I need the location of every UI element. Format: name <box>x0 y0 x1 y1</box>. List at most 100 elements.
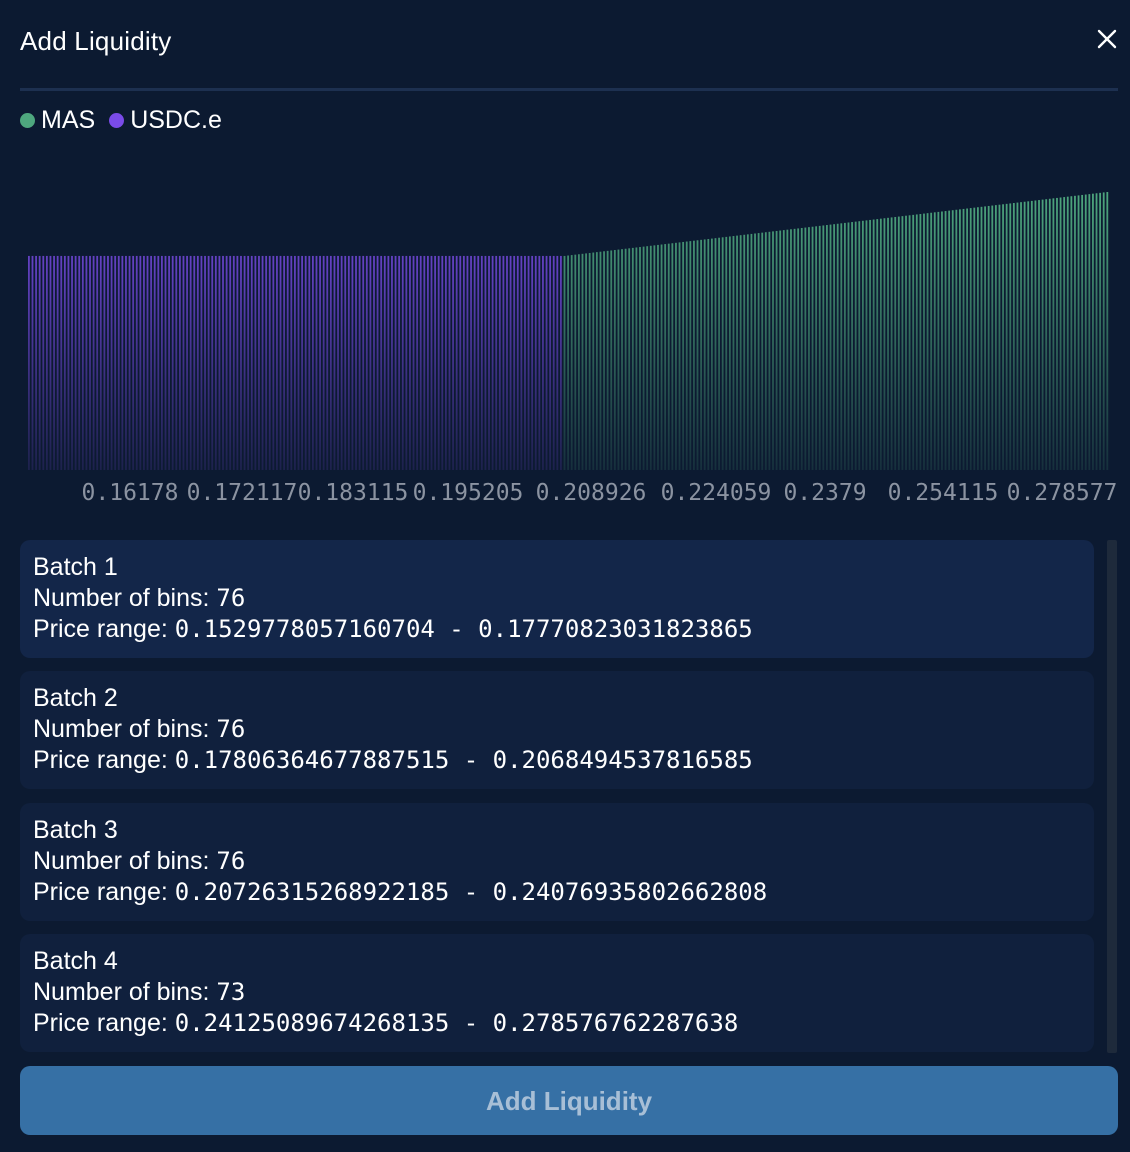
usdc-bin-bar <box>549 255 552 470</box>
mas-bin-bar <box>1088 194 1091 470</box>
mas-bin-bar <box>980 206 983 470</box>
batch-card[interactable]: Batch 4 Number of bins: 73 Price range: 0.… <box>20 934 1094 1052</box>
usdc-bin-bar <box>452 255 454 470</box>
mas-bin-bar <box>1041 199 1044 470</box>
batch-range-label: Price range: <box>33 615 175 643</box>
usdc-bin-bar <box>103 255 106 470</box>
usdc-bin-bar <box>268 255 271 470</box>
usdc-bin-bar <box>74 255 77 470</box>
usdc-bin-bar <box>308 255 311 470</box>
close-button[interactable] <box>1096 28 1118 50</box>
batch-card[interactable]: Batch 1 Number of bins: 76 Price range: 0.… <box>20 540 1094 658</box>
mas-bin-bar <box>959 209 961 471</box>
modal-title: Add Liquidity <box>20 26 172 56</box>
header-divider <box>20 88 1118 91</box>
mas-bin-bar <box>1023 201 1026 471</box>
usdc-bin-bar <box>376 255 379 470</box>
usdc-bin-bar <box>355 255 357 470</box>
batch-bins-value: 76 <box>216 715 246 743</box>
usdc-bin-bar <box>157 255 160 470</box>
x-tick-label: 0.195205 <box>412 480 524 506</box>
mas-bin-bar <box>621 249 623 470</box>
usdc-bin-bar <box>311 255 314 470</box>
usdc-bin-bar <box>373 255 375 470</box>
usdc-bin-bar <box>211 255 214 470</box>
usdc-bin-bar <box>401 255 404 470</box>
mas-bin-bar <box>847 222 850 470</box>
batch-list: Batch 1 Number of bins: 76 Price range: 0.… <box>20 540 1094 1052</box>
usdc-bin-bar <box>531 255 534 470</box>
usdc-bin-bar <box>538 255 541 470</box>
mas-bin-bar <box>1059 197 1062 470</box>
mas-bin-bar <box>930 212 933 470</box>
usdc-bin-bar <box>178 255 181 470</box>
mas-bin-bar <box>901 216 904 470</box>
mas-bin-bar <box>1092 193 1094 470</box>
usdc-bin-bar <box>412 255 415 470</box>
usdc-bin-bar <box>434 255 436 470</box>
usdc-bin-bar <box>254 255 257 470</box>
mas-bin-bar <box>743 234 746 470</box>
usdc-bin-bar <box>380 255 383 470</box>
mas-bin-bar <box>721 237 724 470</box>
usdc-bin-bar <box>502 255 505 470</box>
mas-bin-bar <box>703 239 706 470</box>
mas-bin-bar <box>1102 192 1105 471</box>
usdc-bin-bar <box>304 255 307 470</box>
mas-bin-bar <box>1081 194 1084 470</box>
usdc-bin-bar <box>200 255 203 470</box>
batch-bins-row: Number of bins: 76 <box>33 846 1081 877</box>
mas-bin-bar <box>667 243 670 470</box>
batch-bins-label: Number of bins: <box>33 978 217 1006</box>
usdc-bin-bar <box>286 255 289 470</box>
usdc-bin-bar <box>297 255 300 470</box>
mas-bin-bar <box>624 248 627 470</box>
mas-bin-bar <box>800 227 803 470</box>
mas-bin-bar <box>585 253 587 470</box>
mas-bin-bar <box>606 250 609 470</box>
mas-bin-bar <box>808 227 810 470</box>
mas-bin-bar <box>1016 202 1019 470</box>
usdc-bin-bar <box>516 255 519 470</box>
usdc-bin-bar <box>117 255 120 470</box>
mas-bin-bar <box>1074 195 1076 470</box>
mas-bin-bar <box>854 221 857 470</box>
mas-bin-bar <box>567 255 569 470</box>
mas-bin-bar <box>570 255 573 470</box>
usdc-bin-bar <box>462 255 465 470</box>
usdc-bin-bar <box>391 255 393 470</box>
usdc-bin-bar <box>340 255 343 470</box>
usdc-bin-bar <box>459 255 462 470</box>
batch-card[interactable]: Batch 2 Number of bins: 76 Price range: 0.… <box>20 671 1094 789</box>
usdc-bin-bar <box>351 255 354 470</box>
usdc-bin-bar <box>81 255 84 470</box>
mas-bin-bar <box>894 216 897 470</box>
usdc-bin-bar <box>225 255 228 470</box>
usdc-bin-bar <box>175 255 178 470</box>
usdc-bin-bar <box>419 255 422 470</box>
usdc-bin-bar <box>182 255 185 470</box>
modal-header: Add Liquidity <box>20 22 1118 62</box>
batch-bins-row: Number of bins: 73 <box>33 977 1081 1008</box>
mas-bin-bar <box>678 242 681 470</box>
batch-range-value: 0.20726315268922185 - 0.2407693580266280… <box>174 878 768 906</box>
usdc-bin-bar <box>265 255 268 470</box>
usdc-bin-bar <box>484 255 487 470</box>
usdc-bin-bar <box>204 255 206 470</box>
mas-bin-bar <box>923 213 925 470</box>
mas-bin-bar <box>797 228 800 470</box>
usdc-bin-bar <box>416 255 419 470</box>
batch-list-scrollbar[interactable] <box>1107 540 1117 1053</box>
usdc-bin-bar <box>229 255 232 470</box>
usdc-bin-bar <box>121 255 124 470</box>
usdc-bin-bar <box>38 255 41 470</box>
usdc-bin-bar <box>78 255 81 470</box>
mas-bin-bar <box>811 226 814 470</box>
usdc-bin-bar <box>71 255 73 470</box>
mas-bin-bar <box>1095 193 1098 470</box>
batch-card[interactable]: Batch 3 Number of bins: 76 Price range: 0.… <box>20 803 1094 921</box>
add-liquidity-button[interactable]: Add Liquidity <box>20 1066 1118 1135</box>
mas-bin-bar <box>879 218 882 470</box>
mas-bin-bar <box>833 224 836 470</box>
usdc-bin-bar <box>495 255 498 470</box>
